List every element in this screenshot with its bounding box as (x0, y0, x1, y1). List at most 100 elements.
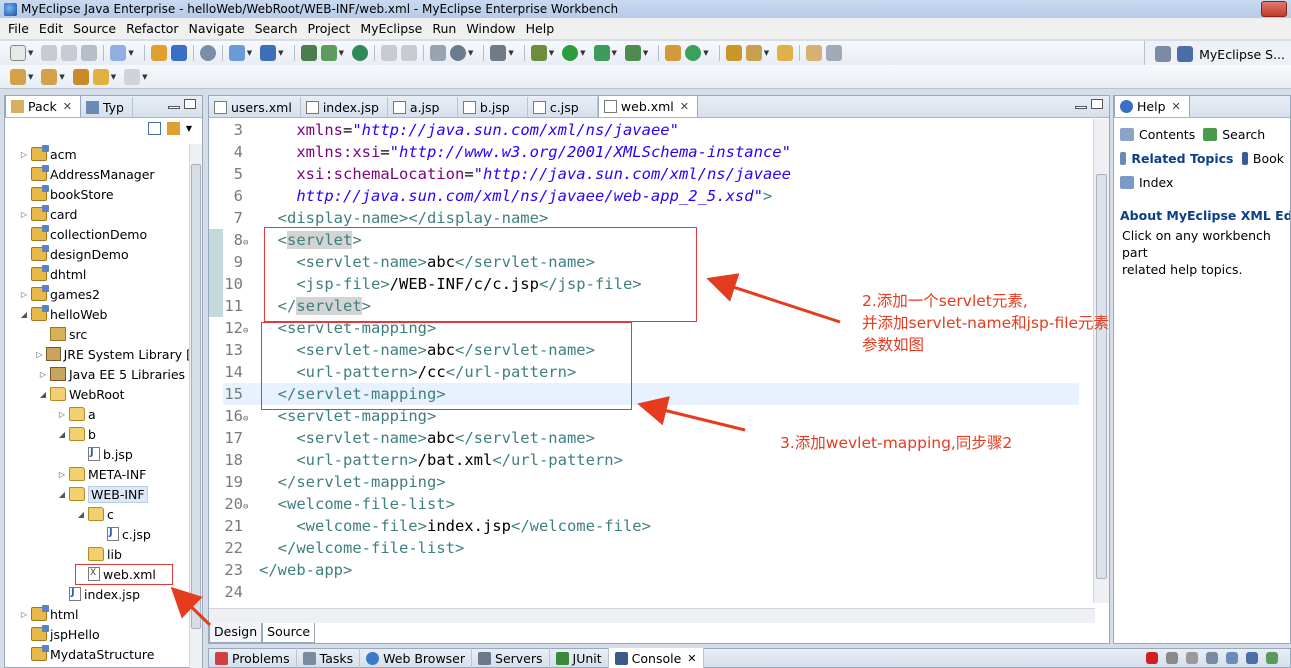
editor-tab[interactable]: a.jsp (388, 97, 458, 117)
editor-tab[interactable]: users.xml (209, 97, 301, 117)
run-server-dropdown-icon[interactable]: ▼ (339, 49, 344, 57)
package-explorer-scrollbar[interactable] (189, 144, 202, 668)
menu-run[interactable]: Run (427, 21, 461, 36)
menu-myeclipse[interactable]: MyEclipse (355, 21, 427, 36)
tree-item[interactable]: ▷ JRE System Library [ (5, 344, 191, 364)
tree-item[interactable]: ▷ Java EE 5 Libraries (5, 364, 191, 384)
view-icon[interactable] (449, 45, 466, 61)
new-interface-dropdown-icon[interactable]: ▼ (703, 49, 708, 57)
run-dropdown-icon[interactable]: ▼ (580, 49, 585, 57)
forward-dropdown-icon[interactable]: ▼ (142, 73, 147, 81)
last-edit-icon[interactable] (72, 68, 89, 85)
collapse-all-icon[interactable] (147, 121, 161, 135)
tree-item[interactable]: lib (5, 544, 191, 564)
new-dropdown-icon[interactable]: ▼ (28, 49, 33, 57)
globe-icon[interactable] (351, 45, 368, 61)
close-icon[interactable]: ✕ (1172, 100, 1181, 113)
new-web-icon[interactable] (260, 45, 277, 61)
tree-item[interactable]: ◢ WebRoot (5, 384, 191, 404)
view-menu-icon[interactable]: ▼ (186, 124, 192, 133)
tree-item[interactable]: ▷ card (5, 204, 191, 224)
tab-type-hierarchy[interactable]: Typ (81, 97, 133, 117)
editor-tab[interactable]: c.jsp (528, 97, 598, 117)
open-folder-icon[interactable] (725, 45, 742, 61)
perspective-label[interactable]: MyEclipse S... (1199, 47, 1285, 62)
next-annotation-dropdown-icon[interactable]: ▼ (28, 73, 33, 81)
remove-all-icon[interactable] (1186, 652, 1198, 664)
tree-item[interactable]: ▷ acm (5, 144, 191, 164)
expand-toggle-icon[interactable]: ▷ (38, 370, 48, 379)
forward-icon[interactable] (124, 68, 141, 85)
next-annotation-icon[interactable] (10, 68, 26, 85)
tree-item[interactable]: MydataStructure (5, 644, 191, 664)
expand-toggle-icon[interactable]: ▷ (19, 610, 29, 619)
help-bookmarks-link[interactable]: Book (1253, 151, 1284, 166)
back-dropdown-icon[interactable]: ▼ (111, 73, 116, 81)
menu-file[interactable]: File (3, 21, 34, 36)
debug-icon[interactable] (530, 45, 547, 61)
tree-item[interactable]: ◢ b (5, 424, 191, 444)
open-type-icon[interactable] (110, 45, 127, 61)
expand-toggle-icon[interactable]: ◢ (76, 510, 86, 519)
save-icon[interactable] (41, 45, 58, 61)
tree-item[interactable]: b.jsp (5, 444, 191, 464)
tab-servers[interactable]: Servers (472, 648, 550, 668)
tab-tasks[interactable]: Tasks (297, 648, 361, 668)
open-perspective-icon[interactable] (1155, 46, 1172, 62)
help-search-link[interactable]: Search (1222, 127, 1265, 142)
help-index-link[interactable]: Index (1139, 175, 1173, 190)
wizard-icon[interactable] (228, 45, 245, 61)
open-console-icon[interactable] (1266, 652, 1278, 664)
expand-toggle-icon[interactable]: ◢ (57, 490, 67, 499)
menu-refactor[interactable]: Refactor (121, 21, 183, 36)
run-last-dropdown-icon[interactable]: ▼ (612, 49, 617, 57)
new-web-dropdown-icon[interactable]: ▼ (278, 49, 283, 57)
previous-annotation-dropdown-icon[interactable]: ▼ (59, 73, 64, 81)
task-icon[interactable] (826, 45, 843, 61)
menu-window[interactable]: Window (461, 21, 520, 36)
tree-item[interactable]: ◢ WEB-INF (5, 484, 191, 504)
back-icon[interactable] (92, 68, 109, 85)
db-icon[interactable] (380, 45, 397, 61)
db2-icon[interactable] (400, 45, 417, 61)
tree-item[interactable]: AddressManager (5, 164, 191, 184)
expand-toggle-icon[interactable]: ▷ (19, 210, 29, 219)
tree-item[interactable]: dhtml (5, 264, 191, 284)
remove-launch-icon[interactable] (1166, 652, 1178, 664)
view-dropdown-icon[interactable]: ▼ (468, 49, 473, 57)
deploy-project-icon[interactable] (300, 45, 317, 61)
debug-dropdown-icon[interactable]: ▼ (549, 49, 554, 57)
wizard-dropdown-icon[interactable]: ▼ (247, 49, 252, 57)
new-class-icon[interactable] (665, 45, 682, 61)
editor-tab[interactable]: b.jsp (458, 97, 528, 117)
tree-item[interactable]: jspHello (5, 624, 191, 644)
tab-help[interactable]: Help ✕ (1114, 95, 1190, 117)
server-icon[interactable] (199, 45, 216, 61)
camera-dropdown-icon[interactable]: ▼ (508, 49, 513, 57)
tree-item[interactable]: ▷ html (5, 604, 191, 624)
tree-item[interactable]: ▷ META-INF (5, 464, 191, 484)
open-type-dropdown-icon[interactable]: ▼ (128, 49, 133, 57)
search-folder-icon[interactable] (777, 45, 794, 61)
editor-horizontal-scrollbar[interactable] (209, 608, 1095, 623)
perspective-switcher[interactable]: MyEclipse S... (1144, 41, 1291, 67)
external-tools-dropdown-icon[interactable]: ▼ (643, 49, 648, 57)
brush-icon[interactable] (745, 45, 762, 61)
tree-item[interactable]: c.jsp (5, 524, 191, 544)
tree-item[interactable]: ▷ games2 (5, 284, 191, 304)
tree-item[interactable]: ▷ a (5, 404, 191, 424)
external-tools-icon[interactable] (624, 45, 641, 61)
menu-edit[interactable]: Edit (34, 21, 68, 36)
run-server-icon[interactable] (320, 45, 337, 61)
scrollbar-thumb[interactable] (191, 164, 201, 629)
tree-item[interactable]: index.jsp (5, 584, 191, 604)
expand-toggle-icon[interactable]: ◢ (19, 310, 29, 319)
pin-console-icon[interactable] (1226, 652, 1238, 664)
tree-item[interactable]: collectionDemo (5, 224, 191, 244)
new-icon[interactable] (10, 45, 26, 61)
minimize-icon[interactable] (1075, 106, 1087, 109)
tab-junit[interactable]: JUnit (550, 648, 609, 668)
editor-tab[interactable]: index.jsp (301, 97, 388, 117)
menu-project[interactable]: Project (303, 21, 356, 36)
deploy-icon[interactable] (170, 45, 187, 61)
